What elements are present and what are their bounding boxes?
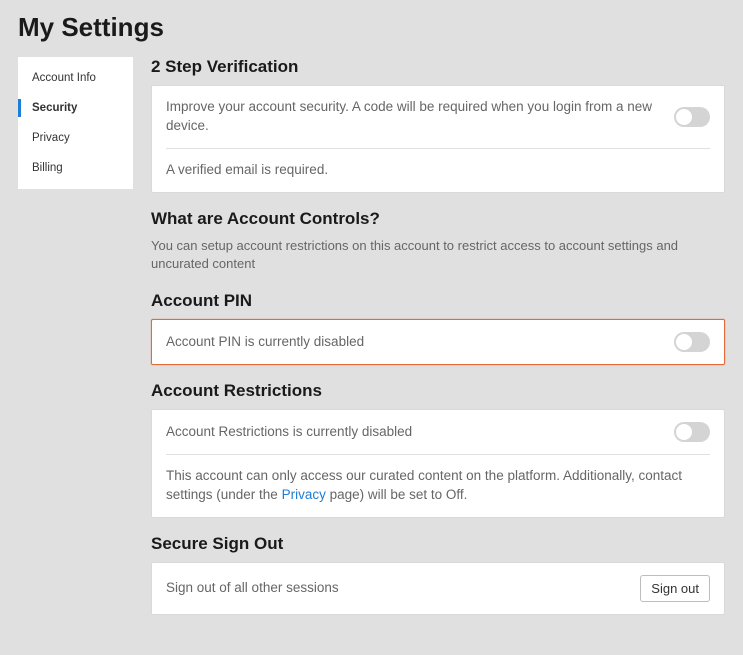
account-restrictions-note-suffix: page) will be set to Off. <box>326 487 468 502</box>
page-title: My Settings <box>18 12 725 43</box>
sidebar-item-label: Billing <box>32 162 63 174</box>
account-restrictions-card: Account Restrictions is currently disabl… <box>151 409 725 518</box>
secure-signout-heading: Secure Sign Out <box>151 534 725 554</box>
two-step-toggle[interactable] <box>674 107 710 127</box>
sign-out-button[interactable]: Sign out <box>640 575 710 602</box>
privacy-link[interactable]: Privacy <box>282 487 326 502</box>
sidebar-item-label: Security <box>32 102 77 114</box>
sidebar-item-privacy[interactable]: Privacy <box>18 123 133 153</box>
account-restrictions-status: Account Restrictions is currently disabl… <box>166 423 662 442</box>
account-controls-description: You can setup account restrictions on th… <box>151 237 725 273</box>
settings-sidebar: Account Info Security Privacy Billing <box>18 57 133 189</box>
secure-signout-card: Sign out of all other sessions Sign out <box>151 562 725 615</box>
two-step-note: A verified email is required. <box>166 161 710 180</box>
account-controls-heading: What are Account Controls? <box>151 209 725 229</box>
account-restrictions-note: This account can only access our curated… <box>166 467 710 505</box>
two-step-heading: 2 Step Verification <box>151 57 725 77</box>
sidebar-item-label: Privacy <box>32 132 70 144</box>
two-step-card: Improve your account security. A code wi… <box>151 85 725 193</box>
account-pin-status: Account PIN is currently disabled <box>166 333 662 352</box>
sidebar-item-account-info[interactable]: Account Info <box>18 63 133 93</box>
account-pin-card: Account PIN is currently disabled <box>151 319 725 365</box>
sidebar-item-label: Account Info <box>32 72 96 84</box>
account-pin-toggle[interactable] <box>674 332 710 352</box>
sidebar-item-billing[interactable]: Billing <box>18 153 133 183</box>
account-pin-heading: Account PIN <box>151 291 725 311</box>
account-restrictions-toggle[interactable] <box>674 422 710 442</box>
secure-signout-description: Sign out of all other sessions <box>166 579 628 598</box>
two-step-description: Improve your account security. A code wi… <box>166 98 662 136</box>
account-restrictions-heading: Account Restrictions <box>151 381 725 401</box>
sidebar-item-security[interactable]: Security <box>18 93 133 123</box>
